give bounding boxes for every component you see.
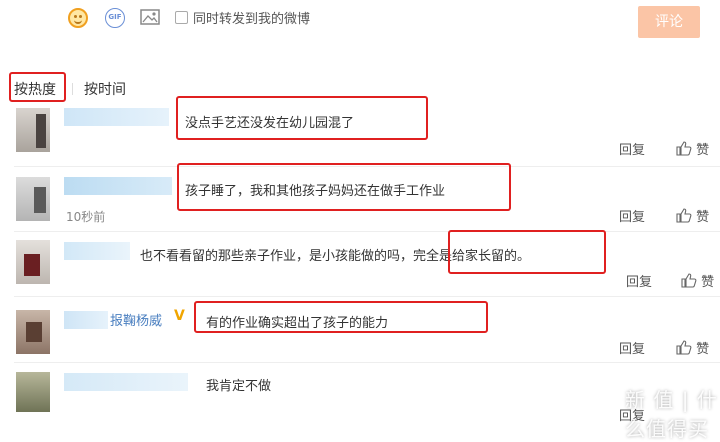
thumbs-up-icon (676, 141, 692, 156)
gif-icon[interactable]: GIF (105, 8, 125, 28)
avatar[interactable] (16, 177, 50, 221)
like-label: 赞 (696, 143, 710, 158)
forward-checkbox[interactable] (175, 11, 188, 24)
reply-button[interactable]: 回复 (626, 271, 652, 290)
submit-comment-button[interactable]: 评论 (638, 6, 700, 38)
highlight-box (176, 96, 428, 140)
emoji-icon[interactable] (68, 8, 88, 28)
like-label: 赞 (696, 210, 710, 225)
like-button[interactable]: 赞 (676, 338, 709, 357)
thumbs-up-icon (681, 273, 697, 288)
like-label: 赞 (696, 342, 710, 357)
tab-separator (72, 83, 73, 95)
avatar[interactable] (16, 240, 50, 284)
avatar[interactable] (16, 310, 50, 354)
reply-button[interactable]: 回复 (619, 338, 645, 357)
blurred-username[interactable] (64, 177, 172, 195)
highlight-box (177, 163, 511, 211)
verified-badge-icon: V (174, 308, 185, 324)
blurred-username[interactable] (64, 242, 130, 260)
tab-by-time[interactable]: 按时间 (84, 79, 126, 99)
watermark: 新 值 | 什么值得买 (625, 388, 718, 441)
thumbs-up-icon (676, 340, 692, 355)
like-button[interactable]: 赞 (681, 271, 714, 290)
blurred-username[interactable] (64, 373, 188, 391)
comment-text: 我肯定不做 (206, 379, 272, 394)
like-label: 赞 (701, 275, 715, 290)
divider (14, 362, 720, 363)
reply-button[interactable]: 回复 (619, 206, 645, 225)
avatar[interactable] (16, 372, 50, 412)
divider (14, 296, 720, 297)
username[interactable]: 报鞠杨威 (110, 310, 162, 329)
avatar[interactable] (16, 108, 50, 152)
like-button[interactable]: 赞 (676, 139, 709, 158)
image-icon[interactable] (140, 8, 160, 28)
like-button[interactable]: 赞 (676, 206, 709, 225)
highlight-box (9, 72, 66, 102)
highlight-box (194, 301, 488, 333)
thumbs-up-icon (676, 208, 692, 223)
divider (14, 231, 720, 232)
blurred-username[interactable] (64, 311, 108, 329)
forward-label: 同时转发到我的微博 (193, 12, 311, 27)
blurred-username[interactable] (64, 108, 169, 126)
reply-button[interactable]: 回复 (619, 139, 645, 158)
comment-text-part: 也不看看留的那些亲子作业，是小孩能做的吗， (140, 249, 414, 264)
highlight-box (448, 230, 606, 274)
comment-time: 10秒前 (66, 210, 106, 224)
